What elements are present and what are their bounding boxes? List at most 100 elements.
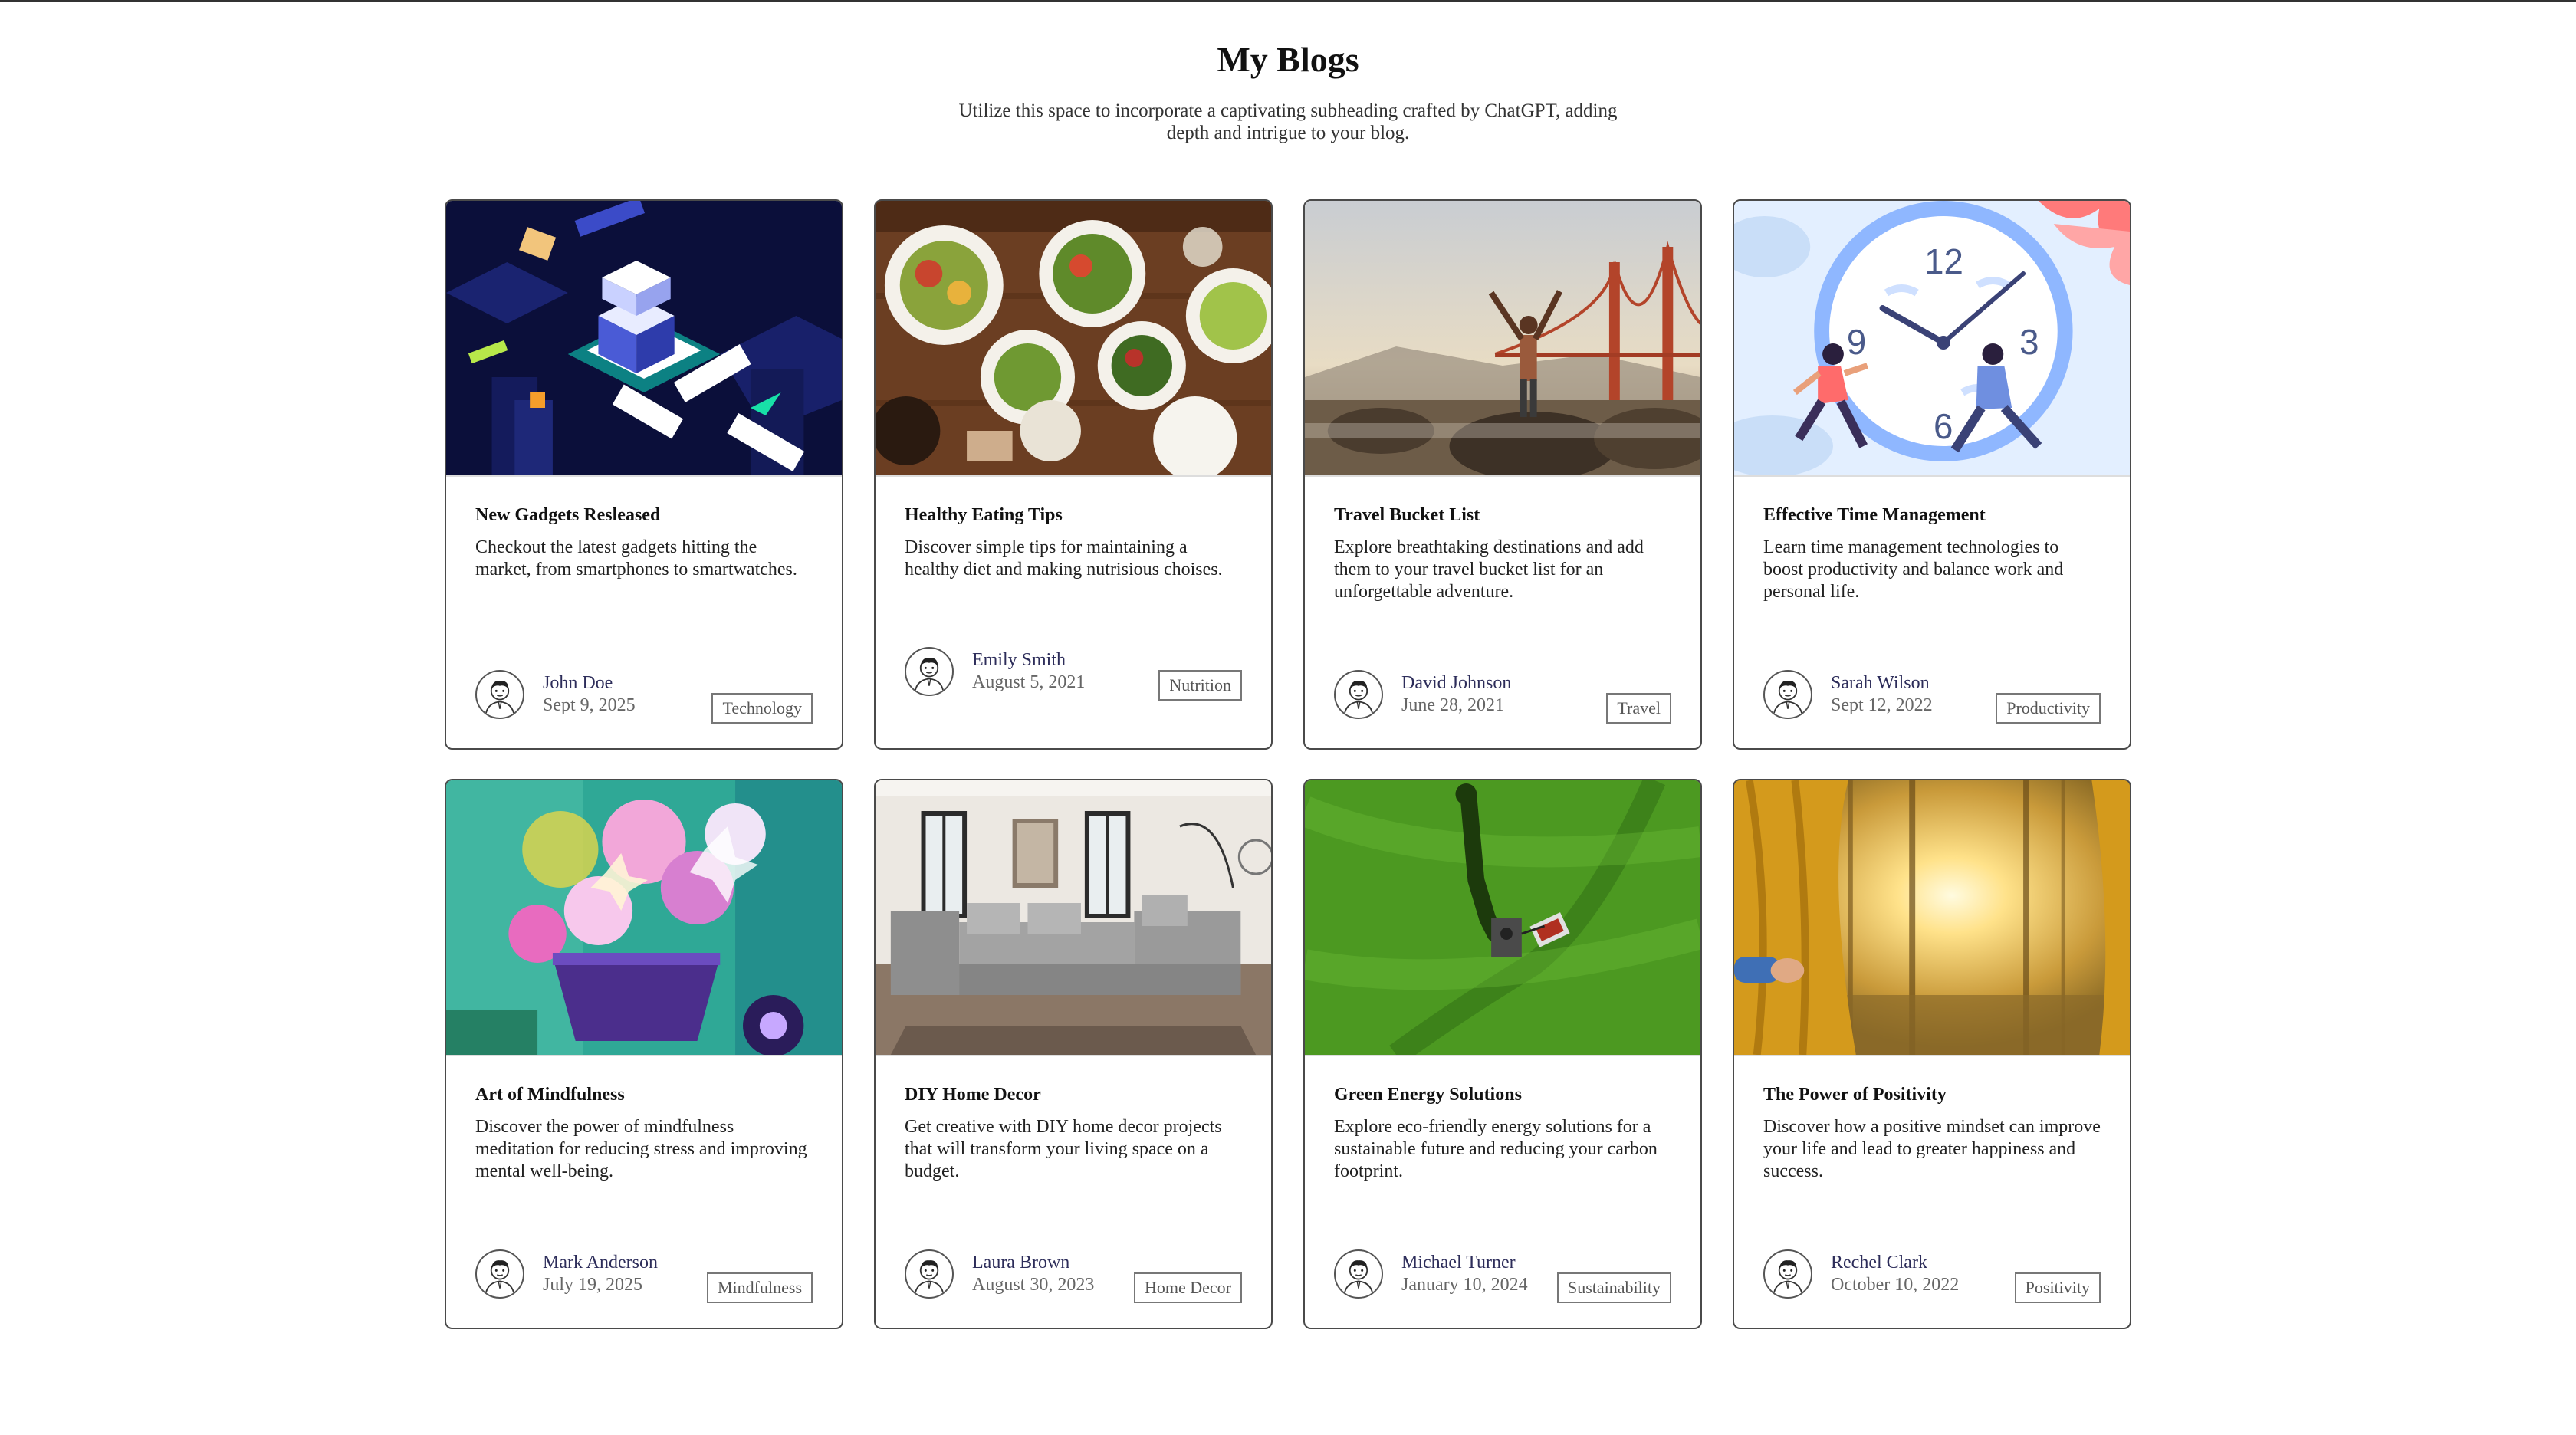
post-date: August 5, 2021 bbox=[972, 672, 1086, 692]
category-tag[interactable]: Positivity bbox=[2014, 1272, 2101, 1303]
card-title[interactable]: Healthy Eating Tips bbox=[905, 504, 1242, 526]
author-info: Mark Anderson July 19, 2025 bbox=[475, 1249, 658, 1299]
card-footer: Emily Smith August 5, 2021 Nutrition bbox=[905, 647, 1242, 701]
post-date: July 19, 2025 bbox=[543, 1275, 643, 1295]
card-footer: Mark Anderson July 19, 2025 Mindfulness bbox=[475, 1249, 813, 1303]
card-body: Green Energy Solutions Explore eco-frien… bbox=[1305, 1056, 1700, 1183]
card-footer: Michael Turner January 10, 2024 Sustaina… bbox=[1334, 1249, 1671, 1303]
post-date: Sept 9, 2025 bbox=[543, 695, 636, 715]
author-info: John Doe Sept 9, 2025 bbox=[475, 670, 636, 719]
author-info: Rechel Clark October 10, 2022 bbox=[1763, 1249, 1959, 1299]
user-avatar-icon bbox=[914, 1260, 945, 1296]
card-image[interactable] bbox=[1305, 780, 1700, 1056]
post-date: June 28, 2021 bbox=[1401, 695, 1504, 715]
card-footer: John Doe Sept 9, 2025 Technology bbox=[475, 670, 813, 724]
user-avatar-icon bbox=[1343, 1260, 1374, 1296]
card-description: Explore eco-friendly energy solutions fo… bbox=[1334, 1117, 1658, 1181]
card-footer: Rechel Clark October 10, 2022 Positivity bbox=[1763, 1249, 2101, 1303]
card-image[interactable] bbox=[446, 780, 842, 1056]
card-body: New Gadgets Resleased Checkout the lates… bbox=[446, 477, 842, 581]
page-title: My Blogs bbox=[1217, 40, 1359, 79]
card-description: Discover how a positive mindset can impr… bbox=[1763, 1117, 2101, 1181]
author-info: Michael Turner January 10, 2024 bbox=[1334, 1249, 1528, 1299]
card-footer: Laura Brown August 30, 2023 Home Decor bbox=[905, 1249, 1242, 1303]
card-description: Get creative with DIY home decor project… bbox=[905, 1117, 1222, 1181]
card-description: Discover the power of mindfulness medita… bbox=[475, 1117, 807, 1181]
page-subheading: Utilize this space to incorporate a capt… bbox=[958, 100, 1618, 143]
category-tag[interactable]: Productivity bbox=[1996, 693, 2101, 724]
post-date: August 30, 2023 bbox=[972, 1275, 1095, 1295]
post-date: Sept 12, 2022 bbox=[1831, 695, 1933, 715]
card-description: Checkout the latest gadgets hitting the … bbox=[475, 537, 797, 580]
user-avatar-icon bbox=[1773, 681, 1803, 717]
card-title[interactable]: The Power of Positivity bbox=[1763, 1084, 2101, 1105]
post-date: October 10, 2022 bbox=[1831, 1275, 1960, 1295]
avatar bbox=[475, 670, 524, 719]
card-body: Effective Time Management Learn time man… bbox=[1734, 477, 2130, 603]
category-tag[interactable]: Home Decor bbox=[1133, 1272, 1242, 1303]
card-description: Explore breathtaking destinations and ad… bbox=[1334, 537, 1644, 602]
avatar bbox=[905, 1249, 954, 1299]
blog-card[interactable]: New Gadgets Resleased Checkout the lates… bbox=[445, 199, 843, 750]
author-name[interactable]: John Doe bbox=[543, 672, 636, 695]
blog-card[interactable]: Green Energy Solutions Explore eco-frien… bbox=[1303, 779, 1702, 1329]
card-title[interactable]: New Gadgets Resleased bbox=[475, 504, 813, 526]
page-header: My Blogs Utilize this space to incorpora… bbox=[0, 2, 2576, 144]
card-title[interactable]: Effective Time Management bbox=[1763, 504, 2101, 526]
card-body: DIY Home Decor Get creative with DIY hom… bbox=[876, 1056, 1271, 1183]
post-date: January 10, 2024 bbox=[1401, 1275, 1528, 1295]
category-tag[interactable]: Nutrition bbox=[1158, 670, 1242, 701]
svg-text:12: 12 bbox=[1924, 242, 1963, 281]
card-image[interactable] bbox=[1305, 201, 1700, 477]
category-tag[interactable]: Sustainability bbox=[1557, 1272, 1671, 1303]
card-image[interactable] bbox=[1734, 780, 2130, 1056]
user-avatar-icon bbox=[1343, 681, 1374, 717]
author-name[interactable]: David Johnson bbox=[1401, 672, 1511, 695]
card-footer: Sarah Wilson Sept 12, 2022 Productivity bbox=[1763, 670, 2101, 724]
blog-card[interactable]: DIY Home Decor Get creative with DIY hom… bbox=[874, 779, 1273, 1329]
author-name[interactable]: Michael Turner bbox=[1401, 1252, 1528, 1274]
card-title[interactable]: Travel Bucket List bbox=[1334, 504, 1671, 526]
author-name[interactable]: Sarah Wilson bbox=[1831, 672, 1933, 695]
card-image[interactable] bbox=[876, 201, 1271, 477]
author-info: Sarah Wilson Sept 12, 2022 bbox=[1763, 670, 1933, 719]
card-description: Discover simple tips for maintaining a h… bbox=[905, 537, 1223, 580]
avatar bbox=[1763, 670, 1812, 719]
author-name[interactable]: Mark Anderson bbox=[543, 1252, 658, 1274]
svg-text:6: 6 bbox=[1934, 407, 1953, 446]
blog-card[interactable]: Healthy Eating Tips Discover simple tips… bbox=[874, 199, 1273, 750]
card-footer: David Johnson June 28, 2021 Travel bbox=[1334, 670, 1671, 724]
user-avatar-icon bbox=[485, 1260, 515, 1296]
card-image[interactable] bbox=[446, 201, 842, 477]
author-name[interactable]: Emily Smith bbox=[972, 649, 1085, 672]
category-tag[interactable]: Technology bbox=[711, 693, 813, 724]
card-image[interactable] bbox=[876, 780, 1271, 1056]
card-body: Art of Mindfulness Discover the power of… bbox=[446, 1056, 842, 1183]
blog-grid: New Gadgets Resleased Checkout the lates… bbox=[445, 199, 2131, 1329]
category-tag[interactable]: Travel bbox=[1606, 693, 1671, 724]
svg-text:9: 9 bbox=[1847, 323, 1866, 362]
card-image[interactable]: 12 3 6 9 bbox=[1734, 201, 2130, 477]
author-info: David Johnson June 28, 2021 bbox=[1334, 670, 1511, 719]
card-description: Learn time management technologies to bo… bbox=[1763, 537, 2064, 602]
blog-card[interactable]: The Power of Positivity Discover how a p… bbox=[1733, 779, 2131, 1329]
card-title[interactable]: Art of Mindfulness bbox=[475, 1084, 813, 1105]
card-body: Healthy Eating Tips Discover simple tips… bbox=[876, 477, 1271, 581]
card-title[interactable]: DIY Home Decor bbox=[905, 1084, 1242, 1105]
user-avatar-icon bbox=[914, 658, 945, 694]
user-avatar-icon bbox=[485, 681, 515, 717]
avatar bbox=[1763, 1249, 1812, 1299]
avatar bbox=[1334, 670, 1383, 719]
author-name[interactable]: Laura Brown bbox=[972, 1252, 1094, 1274]
category-tag[interactable]: Mindfulness bbox=[707, 1272, 813, 1303]
avatar bbox=[475, 1249, 524, 1299]
blog-card[interactable]: Travel Bucket List Explore breathtaking … bbox=[1303, 199, 1702, 750]
card-title[interactable]: Green Energy Solutions bbox=[1334, 1084, 1671, 1105]
avatar bbox=[905, 647, 954, 696]
blog-card[interactable]: 12 3 6 9 Effective Time Management Learn… bbox=[1733, 199, 2131, 750]
card-body: The Power of Positivity Discover how a p… bbox=[1734, 1056, 2130, 1183]
author-name[interactable]: Rechel Clark bbox=[1831, 1252, 1959, 1274]
user-avatar-icon bbox=[1773, 1260, 1803, 1296]
avatar bbox=[1334, 1249, 1383, 1299]
blog-card[interactable]: Art of Mindfulness Discover the power of… bbox=[445, 779, 843, 1329]
